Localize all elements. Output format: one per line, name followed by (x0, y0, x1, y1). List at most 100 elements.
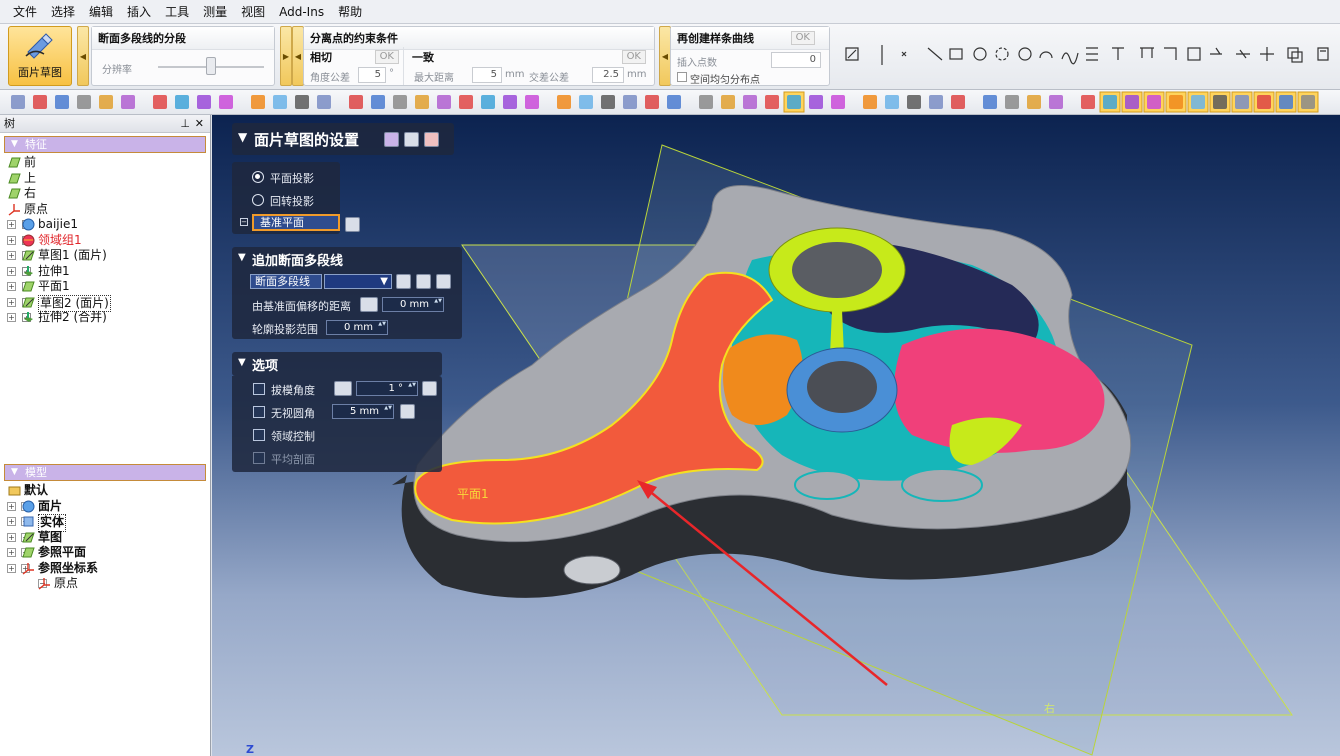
coincident-ok-button[interactable]: OK (621, 50, 646, 64)
toolbar-button-icon[interactable] (557, 95, 571, 109)
line-icon[interactable] (927, 47, 943, 61)
confirm-check-icon[interactable] (404, 132, 419, 147)
toolbar-button-icon[interactable] (1049, 95, 1063, 109)
insert-points-field[interactable]: 0 (771, 52, 821, 68)
collapse-triangle-icon[interactable]: ▼ (238, 357, 246, 368)
cross-tolerance-field[interactable]: 2.5 (592, 67, 624, 83)
ribbon-collapse-mid-arrow[interactable]: ▶ (280, 26, 292, 86)
menu-view[interactable]: 视图 (234, 0, 272, 24)
toolbar-button-icon[interactable] (77, 95, 91, 109)
circle3pt-icon[interactable] (995, 47, 1009, 61)
tangent-ok-button[interactable]: OK (374, 50, 399, 64)
expand-plus-icon[interactable]: + (7, 563, 16, 573)
expand-plus-icon[interactable]: + (7, 251, 16, 260)
3d-viewport[interactable]: 平面1 右 Z ▼ 面片草图的设置 平面投影 回转投影 − 基准平面 ▼ 追加断… (212, 115, 1340, 756)
chamfer-icon[interactable] (1236, 49, 1250, 59)
model-tree-item[interactable]: ++面片 (0, 499, 210, 515)
toolbar-button-icon[interactable] (787, 95, 801, 109)
toolbar-button-icon[interactable] (863, 95, 877, 109)
polyline-delete-icon[interactable] (436, 274, 451, 289)
toolbar-button-icon[interactable] (1191, 95, 1205, 109)
menu-select[interactable]: 选择 (44, 0, 82, 24)
toolbar-button-icon[interactable] (667, 95, 681, 109)
plane-projection-radio[interactable] (252, 171, 264, 183)
angle-tolerance-field[interactable]: 5 (358, 67, 386, 83)
toolbar-button-icon[interactable] (983, 95, 997, 109)
feature-tree-item[interactable]: 上 (0, 171, 210, 187)
expand-plus-icon[interactable]: + (7, 297, 16, 307)
collapse-minus-icon[interactable]: − (240, 218, 248, 226)
feature-tree-item[interactable]: 原点 (0, 202, 210, 218)
offset-icon[interactable] (1086, 47, 1098, 61)
toolbar-button-icon[interactable] (175, 95, 189, 109)
feature-tree-item[interactable]: + ✓ 拉伸1 (0, 264, 210, 280)
menu-edit[interactable]: 编辑 (82, 0, 120, 24)
toolbar-button-icon[interactable] (1257, 95, 1271, 109)
circle-icon[interactable] (973, 47, 987, 61)
toolbar-button-icon[interactable] (459, 95, 473, 109)
toolbar-button-icon[interactable] (623, 95, 637, 109)
split-icon[interactable] (1210, 47, 1222, 55)
corner-icon[interactable] (1164, 47, 1177, 60)
ribbon-collapse-left-arrow[interactable]: ◀ (77, 26, 89, 86)
region-control-checkbox[interactable] (253, 429, 265, 441)
toolbar-button-icon[interactable] (699, 95, 713, 109)
expand-plus-icon[interactable]: + (7, 266, 16, 276)
convert-icon[interactable] (1317, 47, 1329, 61)
rotate-projection-radio[interactable] (252, 194, 264, 206)
toolbar-button-icon[interactable] (251, 95, 265, 109)
feature-tree-item[interactable]: 前 (0, 155, 210, 171)
draft-angle-input[interactable]: 1 ° (356, 381, 418, 396)
feature-tree-item[interactable]: +✓草图2 (面片) (0, 294, 210, 312)
pattern-icon[interactable] (1287, 47, 1299, 59)
base-plane-select-icon[interactable] (345, 217, 360, 232)
sketch-tool-icon[interactable] (845, 47, 859, 61)
model-tree-item[interactable]: 默认 (0, 483, 210, 499)
toolbar-button-icon[interactable] (437, 95, 451, 109)
toolbar-button-icon[interactable] (1213, 95, 1227, 109)
toolbar-button-icon[interactable] (349, 95, 363, 109)
toolbar-button-icon[interactable] (1169, 95, 1183, 109)
toolbar-button-icon[interactable] (885, 95, 899, 109)
close-icon[interactable]: ✕ (195, 115, 204, 133)
expand-plus-icon[interactable]: + (7, 313, 16, 322)
feature-tree-item[interactable]: + ✓ 拉伸2 (合并) (0, 310, 210, 326)
menu-insert[interactable]: 插入 (120, 0, 158, 24)
expand-plus-icon[interactable]: + (7, 282, 16, 291)
toolbar-button-icon[interactable] (1027, 95, 1041, 109)
model-section-header[interactable]: ▼ 模型 (4, 464, 206, 481)
toolbar-button-icon[interactable] (809, 95, 823, 109)
draft-preview-icon[interactable] (422, 381, 437, 396)
model-tree-item[interactable]: − 原点 (0, 576, 210, 592)
menu-measure[interactable]: 测量 (196, 0, 234, 24)
toolbar-button-icon[interactable] (371, 95, 385, 109)
feature-section-header[interactable]: ▼ 特征 (4, 136, 206, 153)
model-tree-item[interactable]: ++参照平面 (0, 545, 210, 561)
mirror-icon[interactable] (1260, 47, 1274, 61)
offset-input[interactable]: 0 mm (382, 297, 444, 312)
toolbar-button-icon[interactable] (601, 95, 615, 109)
toolbar-button-icon[interactable] (121, 95, 135, 109)
fillet-preview-icon[interactable] (400, 404, 415, 419)
toolbar-button-icon[interactable] (579, 95, 593, 109)
base-plane-field[interactable]: 基准平面 (252, 214, 340, 231)
expand-plus-icon[interactable]: + (7, 501, 16, 511)
feature-tree-item[interactable]: +✓领域组1 (0, 233, 210, 249)
sketch-point-icon[interactable] (901, 51, 907, 57)
toolbar-button-icon[interactable] (481, 95, 495, 109)
toolbar-button-icon[interactable] (219, 95, 233, 109)
resolution-slider-thumb[interactable] (206, 57, 216, 75)
fillet-icon[interactable] (1187, 47, 1201, 61)
collapse-triangle-icon[interactable]: ▼ (238, 130, 247, 144)
toolbar-button-icon[interactable] (33, 95, 47, 109)
extend-icon[interactable] (1140, 47, 1154, 58)
offset-flip-icon[interactable] (360, 297, 378, 312)
uniform-points-checkbox[interactable] (677, 72, 687, 82)
expand-plus-icon[interactable]: + (7, 532, 16, 542)
toolbar-button-icon[interactable] (153, 95, 167, 109)
menu-help[interactable]: 帮助 (331, 0, 369, 24)
toolbar-button-icon[interactable] (721, 95, 735, 109)
model-tree-item[interactable]: + + 参照坐标系 (0, 561, 210, 577)
polyline-add-icon[interactable] (416, 274, 431, 289)
toolbar-button-icon[interactable] (55, 95, 69, 109)
